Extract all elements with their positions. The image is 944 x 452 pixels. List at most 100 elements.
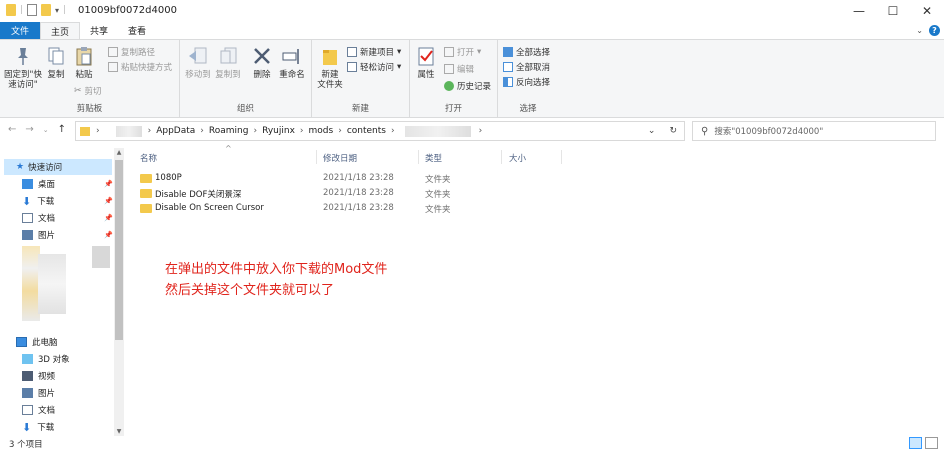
large-icons-view-icon[interactable] (925, 437, 938, 449)
tab-file[interactable]: 文件 (0, 22, 41, 39)
copy-button[interactable]: 复制 (44, 45, 68, 80)
sort-ascending-icon: ^ (225, 144, 232, 153)
column-name[interactable]: 名称 (140, 152, 157, 164)
breadcrumb-roaming[interactable]: Roaming (204, 126, 254, 136)
computer-icon (16, 337, 27, 347)
file-type: 文件夹 (425, 205, 451, 215)
nav-downloads[interactable]: ⬇ 下载 (22, 193, 54, 209)
file-name: Disable DOF关闭景深 (155, 190, 242, 200)
easy-access-button[interactable]: 轻松访问 ▾ (347, 61, 401, 73)
move-to-icon (189, 47, 207, 64)
open-group: 属性 打开 ▾ 编辑 历史记录 打开 (410, 40, 498, 117)
edit-icon (444, 64, 454, 74)
select-all-icon (503, 47, 513, 57)
file-name: 1080P (155, 173, 182, 183)
ribbon: 固定到"快 速访问" 复制 粘贴 复制路径 粘贴快捷方式 ✂ 剪切 剪贴板 移动… (0, 39, 944, 118)
refresh-icon[interactable]: ↻ (669, 126, 677, 136)
file-row[interactable]: Disable DOF关闭景深 2021/1/18 23:28 文件夹 (137, 185, 467, 201)
back-arrow-icon[interactable]: ← (8, 124, 16, 135)
annotation-line-1: 在弹出的文件中放入你下载的Mod文件 (165, 262, 388, 277)
open-group-label: 打开 (444, 104, 462, 114)
navigation-pane: ★ 快速访问 桌面 📌 ⬇ 下载 📌 文档 📌 图片 📌 此电脑 3D 对象 视… (0, 148, 125, 436)
nav-desktop[interactable]: 桌面 (22, 176, 55, 192)
copy-path-button[interactable]: 复制路径 (108, 46, 155, 58)
paste-shortcut-button[interactable]: 粘贴快捷方式 (108, 61, 172, 73)
search-placeholder: 搜索"01009bf0072d4000" (714, 127, 824, 137)
edit-button[interactable]: 编辑 (444, 63, 474, 75)
maximize-button[interactable]: ☐ (876, 0, 910, 22)
status-bar: 3 个项目 (0, 436, 944, 452)
breadcrumb-ryujinx[interactable]: Ryujinx (257, 126, 300, 136)
file-row[interactable]: 1080P 2021/1/18 23:28 文件夹 (137, 170, 467, 186)
new-item-icon (347, 47, 357, 57)
column-date[interactable]: 修改日期 (323, 152, 357, 164)
select-all-button[interactable]: 全部选择 (503, 46, 550, 58)
details-view-icon[interactable] (909, 437, 922, 449)
search-input[interactable]: ⚲ 搜索"01009bf0072d4000" (692, 121, 936, 141)
close-button[interactable]: ✕ (910, 0, 944, 22)
pin-quick-access-button[interactable]: 固定到"快 速访问" (4, 45, 42, 90)
delete-icon (254, 48, 270, 64)
blurred-nav-items (22, 244, 112, 326)
cube-3d-icon (22, 354, 33, 364)
address-dropdown-icon[interactable]: ⌄ (648, 126, 656, 136)
history-button[interactable]: 历史记录 (444, 80, 491, 92)
file-name: Disable On Screen Cursor (155, 203, 264, 213)
breadcrumb-separator-icon: › (96, 126, 100, 136)
tab-share[interactable]: 共享 (80, 22, 118, 39)
scroll-down-icon[interactable]: ▼ (114, 428, 124, 435)
invert-selection-button[interactable]: 反向选择 (503, 76, 550, 88)
nav-documents[interactable]: 文档 (22, 210, 55, 226)
pin-icon: 📌 (104, 197, 113, 205)
up-arrow-icon[interactable]: ↑ (58, 124, 66, 135)
breadcrumb-mods[interactable]: mods (304, 126, 339, 136)
new-folder-button[interactable]: 新建 文件夹 (316, 45, 344, 90)
properties-icon[interactable] (27, 4, 38, 16)
move-to-button[interactable]: 移动到 (184, 45, 212, 80)
tab-home[interactable]: 主页 (40, 22, 81, 39)
select-group-label: 选择 (519, 104, 537, 114)
minimize-button[interactable]: — (842, 0, 876, 22)
nav-videos[interactable]: 视频 (22, 368, 55, 384)
nav-pc-documents[interactable]: 文档 (22, 402, 55, 418)
column-type[interactable]: 类型 (425, 152, 442, 164)
nav-this-pc[interactable]: 此电脑 (16, 334, 58, 350)
tab-view[interactable]: 查看 (118, 22, 156, 39)
scissors-icon: ✂ (74, 86, 82, 96)
new-folder-icon[interactable] (41, 4, 52, 16)
file-type: 文件夹 (425, 175, 451, 185)
help-icon[interactable]: ? (929, 25, 940, 36)
copy-to-button[interactable]: 复制到 (214, 45, 242, 80)
clipboard-group: 固定到"快 速访问" 复制 粘贴 复制路径 粘贴快捷方式 ✂ 剪切 剪贴板 (0, 40, 180, 117)
open-button[interactable]: 打开 ▾ (444, 46, 481, 58)
invert-selection-icon (503, 77, 513, 87)
download-arrow-icon: ⬇ (22, 420, 32, 434)
nav-scrollbar[interactable]: ▲ ▼ (114, 148, 124, 436)
file-row[interactable]: Disable On Screen Cursor 2021/1/18 23:28… (137, 200, 467, 216)
nav-pictures[interactable]: 图片 (22, 227, 55, 243)
cut-button[interactable]: ✂ 剪切 (74, 85, 102, 97)
delete-button[interactable]: 删除 (250, 45, 274, 80)
breadcrumb-appdata[interactable]: AppData (151, 126, 200, 136)
paste-button[interactable]: 粘贴 (72, 45, 96, 80)
nav-quick-access[interactable]: ★ 快速访问 (4, 159, 112, 175)
scroll-thumb[interactable] (115, 160, 123, 340)
new-item-button[interactable]: 新建项目 ▾ (347, 46, 401, 58)
customize-toolbar-icon[interactable]: ▾ (55, 6, 59, 15)
select-none-button[interactable]: 全部取消 (503, 61, 550, 73)
folder-icon (6, 4, 16, 16)
recent-dropdown-icon[interactable]: ⌄ (43, 126, 49, 135)
nav-pc-downloads[interactable]: ⬇ 下载 (22, 419, 54, 435)
file-date: 2021/1/18 23:28 (323, 203, 394, 213)
nav-3d-objects[interactable]: 3D 对象 (22, 351, 70, 367)
properties-button[interactable]: 属性 (414, 45, 438, 80)
forward-arrow-icon[interactable]: → (25, 124, 33, 135)
nav-pc-pictures[interactable]: 图片 (22, 385, 55, 401)
address-bar[interactable]: › › AppData › Roaming › Ryujinx › mods ›… (75, 121, 685, 141)
documents-icon (22, 405, 33, 415)
rename-button[interactable]: 重命名 (278, 45, 306, 80)
expand-ribbon-icon[interactable]: ⌄ (916, 26, 923, 35)
column-size[interactable]: 大小 (509, 152, 526, 164)
breadcrumb-contents[interactable]: contents (342, 126, 391, 136)
scroll-up-icon[interactable]: ▲ (114, 149, 124, 156)
